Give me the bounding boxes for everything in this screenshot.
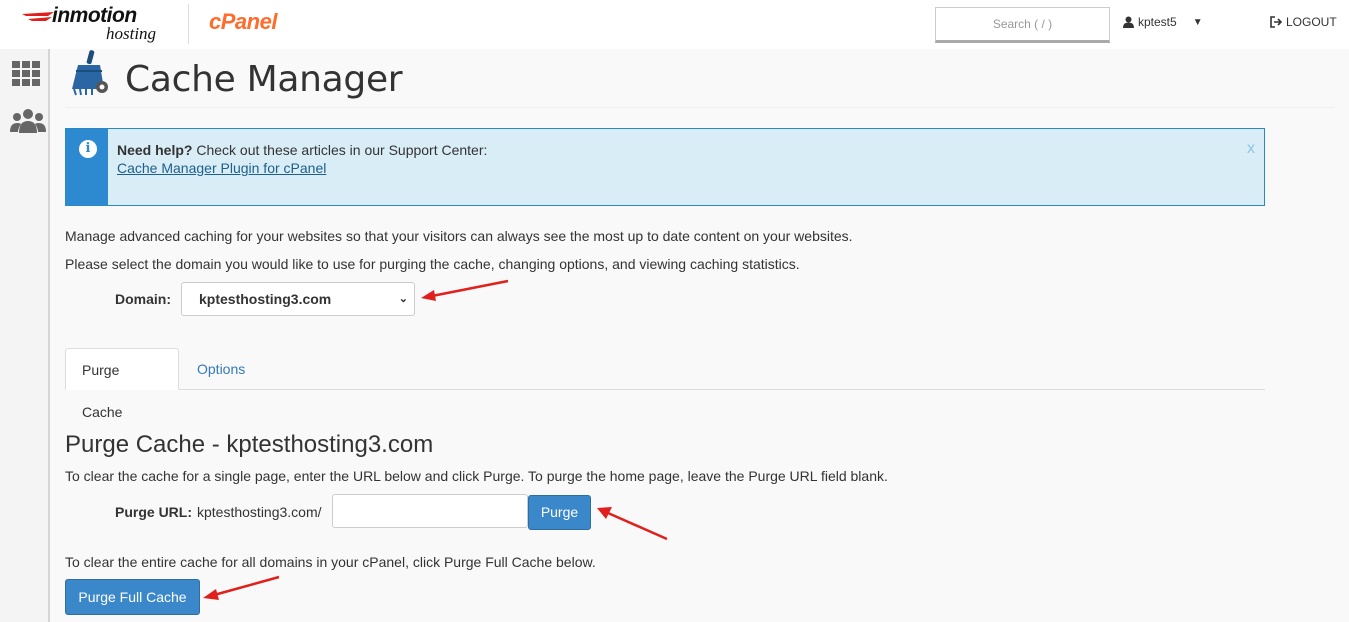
help-alert: i Need help? Check out these articles in…	[65, 128, 1265, 206]
logo-divider	[188, 4, 189, 44]
brand-bottom-text: hosting	[106, 24, 157, 43]
page-header: Cache Manager	[65, 49, 1335, 108]
alert-body: Check out these articles in our Support …	[192, 142, 488, 158]
sidebar	[0, 49, 50, 622]
tab-bar: Purge Cache Options	[65, 348, 1265, 420]
arrow-to-full-cache-button	[203, 575, 280, 600]
search-input[interactable]: Search ( / )	[935, 7, 1110, 43]
username-label: kptest5	[1138, 15, 1177, 29]
support-article-link[interactable]: Cache Manager Plugin for cPanel	[117, 160, 326, 176]
close-alert-button[interactable]: x	[1247, 140, 1255, 158]
tab-purge-cache[interactable]: Purge Cache	[65, 348, 179, 420]
logout-icon	[1270, 16, 1283, 28]
arrow-to-domain-select	[421, 279, 509, 301]
caret-down-icon: ▼	[1192, 16, 1203, 28]
purge-full-cache-button[interactable]: Purge Full Cache	[65, 579, 200, 615]
grid-apps-icon[interactable]	[10, 59, 42, 87]
top-bar: inmotion hosting cPanel Search ( / ) kpt…	[0, 0, 1349, 49]
purge-heading: Purge Cache - kptesthosting3.com	[65, 431, 434, 458]
domain-selected-value: kptesthosting3.com	[199, 291, 332, 307]
purge-button[interactable]: Purge	[528, 495, 591, 530]
intro-text-1: Manage advanced caching for your website…	[65, 228, 853, 244]
logo-swoosh-icon	[22, 12, 54, 21]
domain-select[interactable]: kptesthosting3.com ⌄	[181, 282, 415, 316]
alert-sidebar: i	[66, 129, 108, 205]
alert-lead: Need help?	[117, 142, 193, 158]
chevron-down-icon: ⌄	[398, 293, 408, 305]
logout-label: LOGOUT	[1286, 15, 1337, 29]
logout-link[interactable]: LOGOUT	[1270, 15, 1337, 29]
purge-instructions: To clear the cache for a single page, en…	[65, 468, 888, 484]
tab-options[interactable]: Options	[181, 348, 261, 390]
intro-text-2: Please select the domain you would like …	[65, 256, 800, 272]
user-icon	[1123, 16, 1134, 28]
purge-url-input[interactable]	[332, 494, 528, 528]
purge-url-label: Purge URL:	[115, 504, 192, 520]
user-menu[interactable]: kptest5 ▼	[1123, 15, 1203, 29]
inmotion-hosting-logo[interactable]: inmotion hosting	[22, 4, 172, 44]
purge-url-prefix: kptesthosting3.com/	[197, 504, 322, 520]
info-icon: i	[79, 140, 97, 158]
users-group-icon[interactable]	[10, 107, 46, 135]
domain-label: Domain:	[115, 291, 171, 307]
cpanel-logo[interactable]: cPanel	[209, 9, 277, 35]
full-purge-instructions: To clear the entire cache for all domain…	[65, 554, 596, 570]
arrow-to-purge-button	[597, 507, 668, 541]
alert-message: Need help? Check out these articles in o…	[117, 141, 487, 177]
cache-broom-icon	[72, 50, 108, 96]
page-title: Cache Manager	[125, 59, 403, 100]
